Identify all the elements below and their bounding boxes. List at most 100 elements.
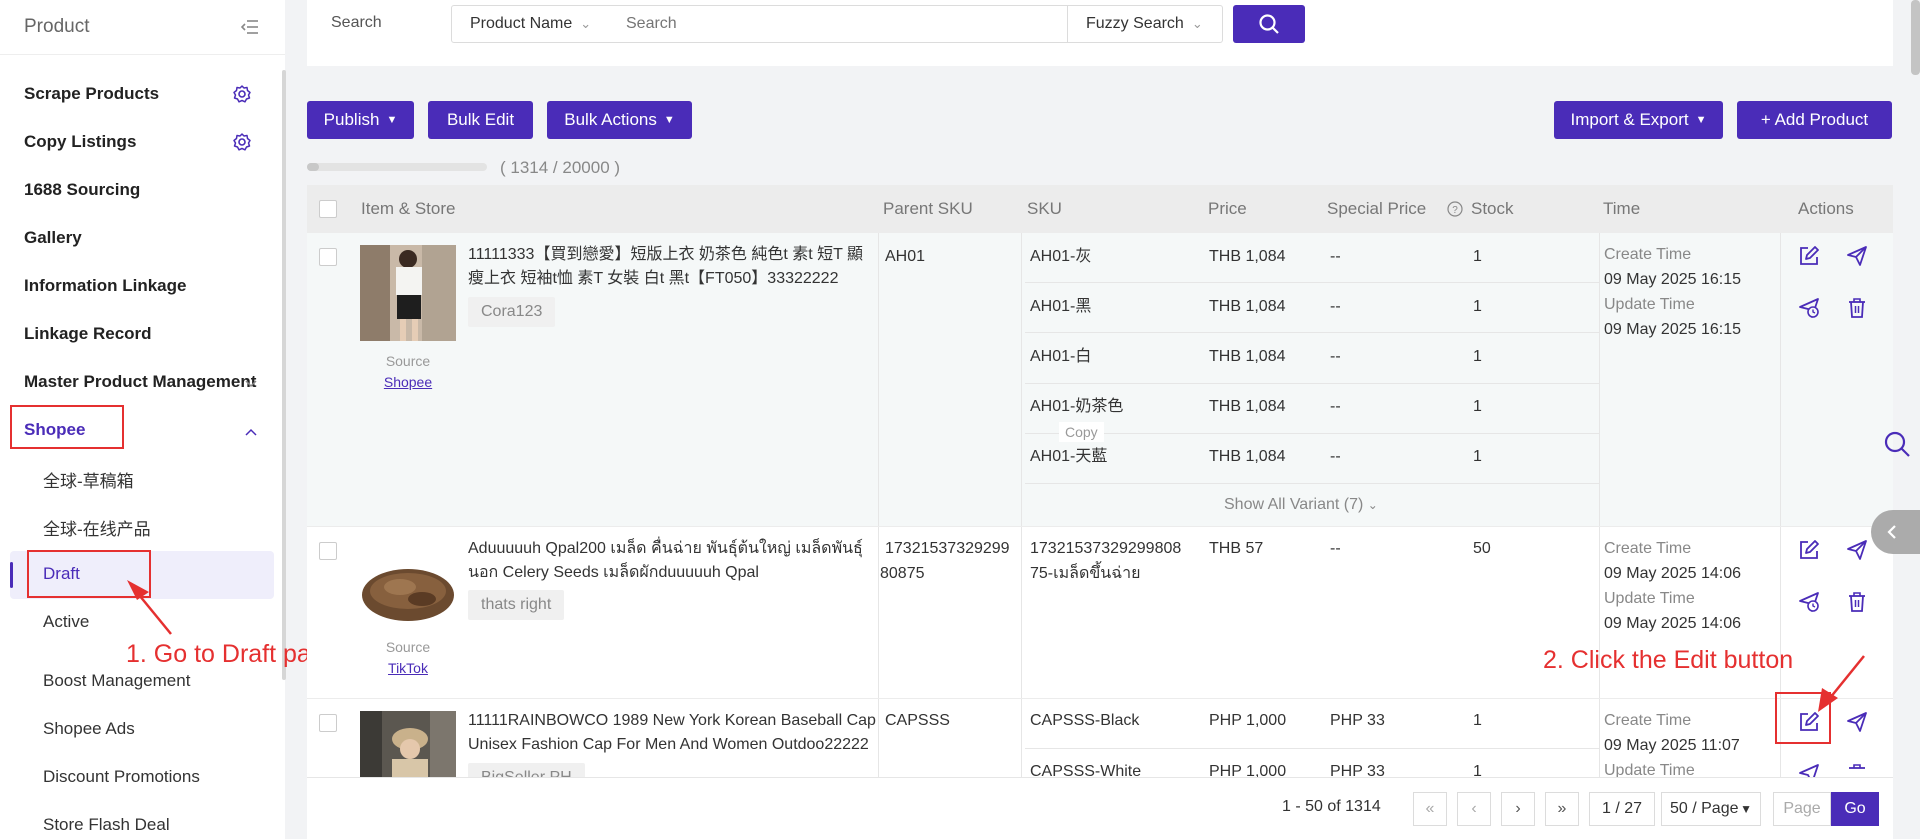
- go-label: Go: [1844, 800, 1866, 817]
- show-all-label: Show All Variant: [1224, 496, 1340, 513]
- show-all-variants-link[interactable]: Show All Variant (7) ⌄: [1224, 496, 1378, 514]
- schedule-publish-icon[interactable]: [1798, 763, 1820, 777]
- parent-sku: CAPSSS: [885, 712, 950, 729]
- next-page-button[interactable]: ›: [1501, 792, 1535, 826]
- chevron-down-icon[interactable]: [244, 376, 258, 394]
- collapse-menu-icon[interactable]: [239, 18, 261, 36]
- page-input-placeholder: Page: [1783, 800, 1821, 817]
- publish-icon[interactable]: [1846, 245, 1868, 267]
- product-title[interactable]: Aduuuuuh Qpal200 เมล็ด คื่นฉ่าย พันธุ์ต้…: [468, 537, 878, 585]
- prev-page-button[interactable]: ‹: [1457, 792, 1491, 826]
- column-price: Price: [1208, 199, 1247, 218]
- publish-label: Publish: [323, 110, 380, 129]
- first-page-button[interactable]: «: [1413, 792, 1447, 826]
- chevron-up-icon[interactable]: [244, 424, 258, 442]
- schedule-publish-icon[interactable]: [1798, 591, 1820, 613]
- search-label: Search: [331, 14, 382, 31]
- create-time-label: Create Time: [1604, 540, 1692, 557]
- column-sku: SKU: [1027, 199, 1062, 218]
- sidebar-subitem-boost-management[interactable]: Boost Management: [43, 671, 190, 691]
- sidebar-item-scrape-products[interactable]: Scrape Products: [24, 84, 159, 104]
- product-thumbnail[interactable]: [360, 711, 456, 777]
- sidebar-subitem-global-drafts[interactable]: 全球-草稿箱: [43, 467, 134, 492]
- create-time-value: 09 May 2025 14:06: [1604, 565, 1741, 582]
- sidebar-subitem-active[interactable]: Active: [43, 612, 89, 632]
- parent-sku: AH01: [885, 248, 926, 265]
- variant-stock: 1: [1473, 398, 1482, 415]
- source-link[interactable]: TikTok: [360, 660, 456, 676]
- trash-icon[interactable]: [1846, 763, 1868, 777]
- table-header: Item & Store Parent SKU SKU Price Specia…: [307, 185, 1893, 233]
- update-time-label: Update Time: [1604, 590, 1695, 607]
- variant-count: (7): [1343, 496, 1364, 513]
- row-checkbox[interactable]: [319, 714, 337, 732]
- publish-button[interactable]: Publish ▼: [307, 101, 414, 139]
- gear-icon[interactable]: [232, 84, 252, 104]
- page-number-input[interactable]: Page: [1773, 792, 1831, 826]
- column-special-price: Special Price: [1327, 199, 1427, 218]
- help-icon[interactable]: ?: [1447, 201, 1463, 222]
- sidebar-subitem-discount-promotions[interactable]: Discount Promotions: [43, 767, 200, 787]
- product-thumbnail[interactable]: [360, 539, 456, 635]
- bulk-actions-button[interactable]: Bulk Actions ▼: [547, 101, 692, 139]
- chevron-down-icon: ▼: [386, 114, 398, 126]
- trash-icon[interactable]: [1846, 591, 1868, 613]
- edit-icon[interactable]: [1798, 245, 1820, 267]
- floating-search-icon[interactable]: [1883, 430, 1911, 458]
- create-time-label: Create Time: [1604, 712, 1692, 729]
- sidebar-item-copy-listings[interactable]: Copy Listings: [24, 132, 136, 152]
- publish-icon[interactable]: [1846, 711, 1868, 733]
- product-title[interactable]: 11111333【買到戀愛】短版上衣 奶茶色 純色t 素t 短T 顯瘦上衣 短袖…: [468, 243, 878, 291]
- copy-tooltip[interactable]: Copy: [1059, 422, 1104, 442]
- side-panel-toggle[interactable]: [1871, 510, 1920, 554]
- sidebar-item-gallery[interactable]: Gallery: [24, 228, 82, 248]
- update-time-label: Update Time: [1604, 296, 1695, 313]
- import-export-button[interactable]: Import & Export ▼: [1554, 101, 1723, 139]
- trash-icon[interactable]: [1846, 297, 1868, 319]
- column-stock: Stock: [1471, 199, 1514, 218]
- sidebar-scrollbar[interactable]: [282, 70, 286, 680]
- update-time-value: 09 May 2025 16:15: [1604, 321, 1741, 338]
- row-checkbox[interactable]: [319, 542, 337, 560]
- variant-stock: 1: [1473, 448, 1482, 465]
- column-parent-sku: Parent SKU: [883, 199, 973, 218]
- schedule-publish-icon[interactable]: [1798, 297, 1820, 319]
- variant-stock: 1: [1473, 712, 1482, 729]
- sidebar-item-information-linkage[interactable]: Information Linkage: [24, 276, 186, 296]
- variant-sku: CAPSSS-Black: [1030, 712, 1140, 729]
- product-title[interactable]: 11111RAINBOWCO 1989 New York Korean Base…: [468, 709, 878, 757]
- search-mode-select[interactable]: Fuzzy Search ⌄: [1067, 5, 1223, 43]
- bulk-edit-button[interactable]: Bulk Edit: [428, 101, 533, 139]
- sidebar-subitem-global-online[interactable]: 全球-在线产品: [43, 515, 151, 540]
- search-button[interactable]: [1233, 5, 1305, 43]
- row-checkbox[interactable]: [319, 248, 337, 266]
- select-all-checkbox[interactable]: [319, 200, 337, 218]
- source-link[interactable]: Shopee: [360, 374, 456, 390]
- edit-icon[interactable]: [1798, 539, 1820, 561]
- sidebar-item-linkage-record[interactable]: Linkage Record: [24, 324, 152, 344]
- gear-icon[interactable]: [232, 132, 252, 152]
- chevron-down-icon: ⌄: [1367, 498, 1378, 512]
- search-field-select[interactable]: Product Name ⌄: [451, 5, 613, 43]
- add-product-button[interactable]: + Add Product: [1737, 101, 1892, 139]
- page-scrollbar[interactable]: [1911, 0, 1920, 75]
- current-page-text: 1 / 27: [1601, 800, 1643, 817]
- divider: [878, 233, 879, 526]
- search-input[interactable]: [612, 5, 1068, 43]
- chevron-down-icon: ▼: [1695, 114, 1707, 126]
- go-button[interactable]: Go: [1831, 792, 1879, 826]
- sidebar-subitem-store-flash-deal[interactable]: Store Flash Deal: [43, 815, 170, 835]
- variant-special-price: --: [1330, 398, 1341, 415]
- sidebar-item-master-product-management[interactable]: Master Product Management: [24, 372, 256, 392]
- sidebar-item-1688-sourcing[interactable]: 1688 Sourcing: [24, 180, 140, 200]
- divider: [1021, 233, 1022, 526]
- divider: [878, 699, 879, 777]
- special-price: --: [1330, 540, 1341, 557]
- variant-sku: AH01-奶茶色: [1030, 398, 1124, 415]
- sidebar-subitem-shopee-ads[interactable]: Shopee Ads: [43, 719, 135, 739]
- product-thumbnail[interactable]: [360, 245, 456, 341]
- sku-line-1: 17321537329299808: [1030, 540, 1182, 557]
- page-size-select[interactable]: 50 / Page ▼: [1661, 792, 1761, 826]
- last-page-button[interactable]: »: [1545, 792, 1579, 826]
- publish-icon[interactable]: [1846, 539, 1868, 561]
